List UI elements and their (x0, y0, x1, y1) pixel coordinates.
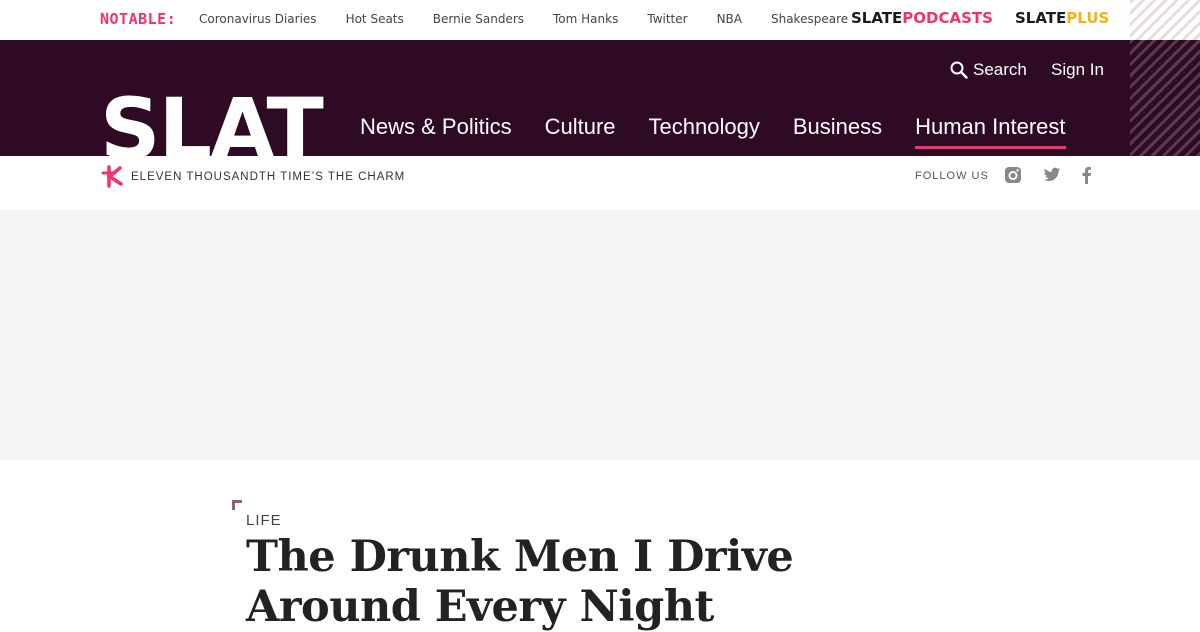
ad-placeholder (0, 210, 1200, 460)
slate-plus-suffix: PLUS (1066, 9, 1110, 27)
nav-item-business[interactable]: Business (793, 114, 882, 146)
slate-podcasts-link[interactable]: SLATEPODCASTS (851, 9, 993, 27)
search-label: Search (973, 60, 1027, 79)
nav-item-human-interest[interactable]: Human Interest (915, 114, 1066, 149)
search-button[interactable]: Search (950, 60, 1027, 80)
nav-item-technology[interactable]: Technology (649, 114, 760, 146)
slate-podcasts-suffix: PODCASTS (902, 9, 993, 27)
notable-links: Coronavirus Diaries Hot Seats Bernie San… (199, 12, 877, 26)
nav-item-culture[interactable]: Culture (545, 114, 616, 146)
notable-link-bernie-sanders[interactable]: Bernie Sanders (433, 12, 524, 26)
decorative-stripes-header (1130, 40, 1200, 156)
decorative-stripes (1130, 0, 1200, 40)
article-section-label[interactable]: LIFE (246, 512, 282, 529)
facebook-icon[interactable] (1080, 166, 1092, 184)
slate-plus-link[interactable]: SLATEPLUS (1015, 9, 1109, 27)
notable-link-tom-hanks[interactable]: Tom Hanks (553, 12, 618, 26)
site-header: Search Sign In SLATE News & Politics Cul… (0, 40, 1200, 156)
notable-link-nba[interactable]: NBA (717, 12, 742, 26)
slate-plus-prefix: SLATE (1015, 9, 1067, 27)
slate-podcasts-prefix: SLATE (851, 9, 903, 27)
notable-link-shakespeare[interactable]: Shakespeare (771, 12, 848, 26)
main-nav: News & Politics Culture Technology Busin… (360, 114, 1099, 149)
tagline-text: Eleven thousandth time’s the charm (131, 170, 406, 183)
notable-link-coronavirus-diaries[interactable]: Coronavirus Diaries (199, 12, 317, 26)
nav-item-news-politics[interactable]: News & Politics (360, 114, 512, 146)
article-headline: The Drunk Men I Drive Around Every Night (246, 532, 794, 632)
follow-us-label: FOLLOW US (915, 170, 989, 182)
twitter-icon[interactable] (1043, 166, 1061, 184)
sign-in-link[interactable]: Sign In (1051, 60, 1104, 80)
notable-link-hot-seats[interactable]: Hot Seats (346, 12, 404, 26)
section-corner-mark (232, 500, 242, 510)
notable-bar: NOTABLE: Coronavirus Diaries Hot Seats B… (0, 0, 1200, 40)
instagram-icon[interactable] (1004, 166, 1022, 184)
search-icon (950, 61, 968, 79)
slate-spark-icon (101, 165, 123, 188)
notable-label: NOTABLE: (100, 10, 177, 28)
tagline-bar: Eleven thousandth time’s the charm FOLLO… (0, 156, 1200, 210)
tagline: Eleven thousandth time’s the charm (100, 164, 405, 189)
notable-link-twitter[interactable]: Twitter (647, 12, 687, 26)
slate-logo[interactable]: SLATE (100, 87, 329, 156)
